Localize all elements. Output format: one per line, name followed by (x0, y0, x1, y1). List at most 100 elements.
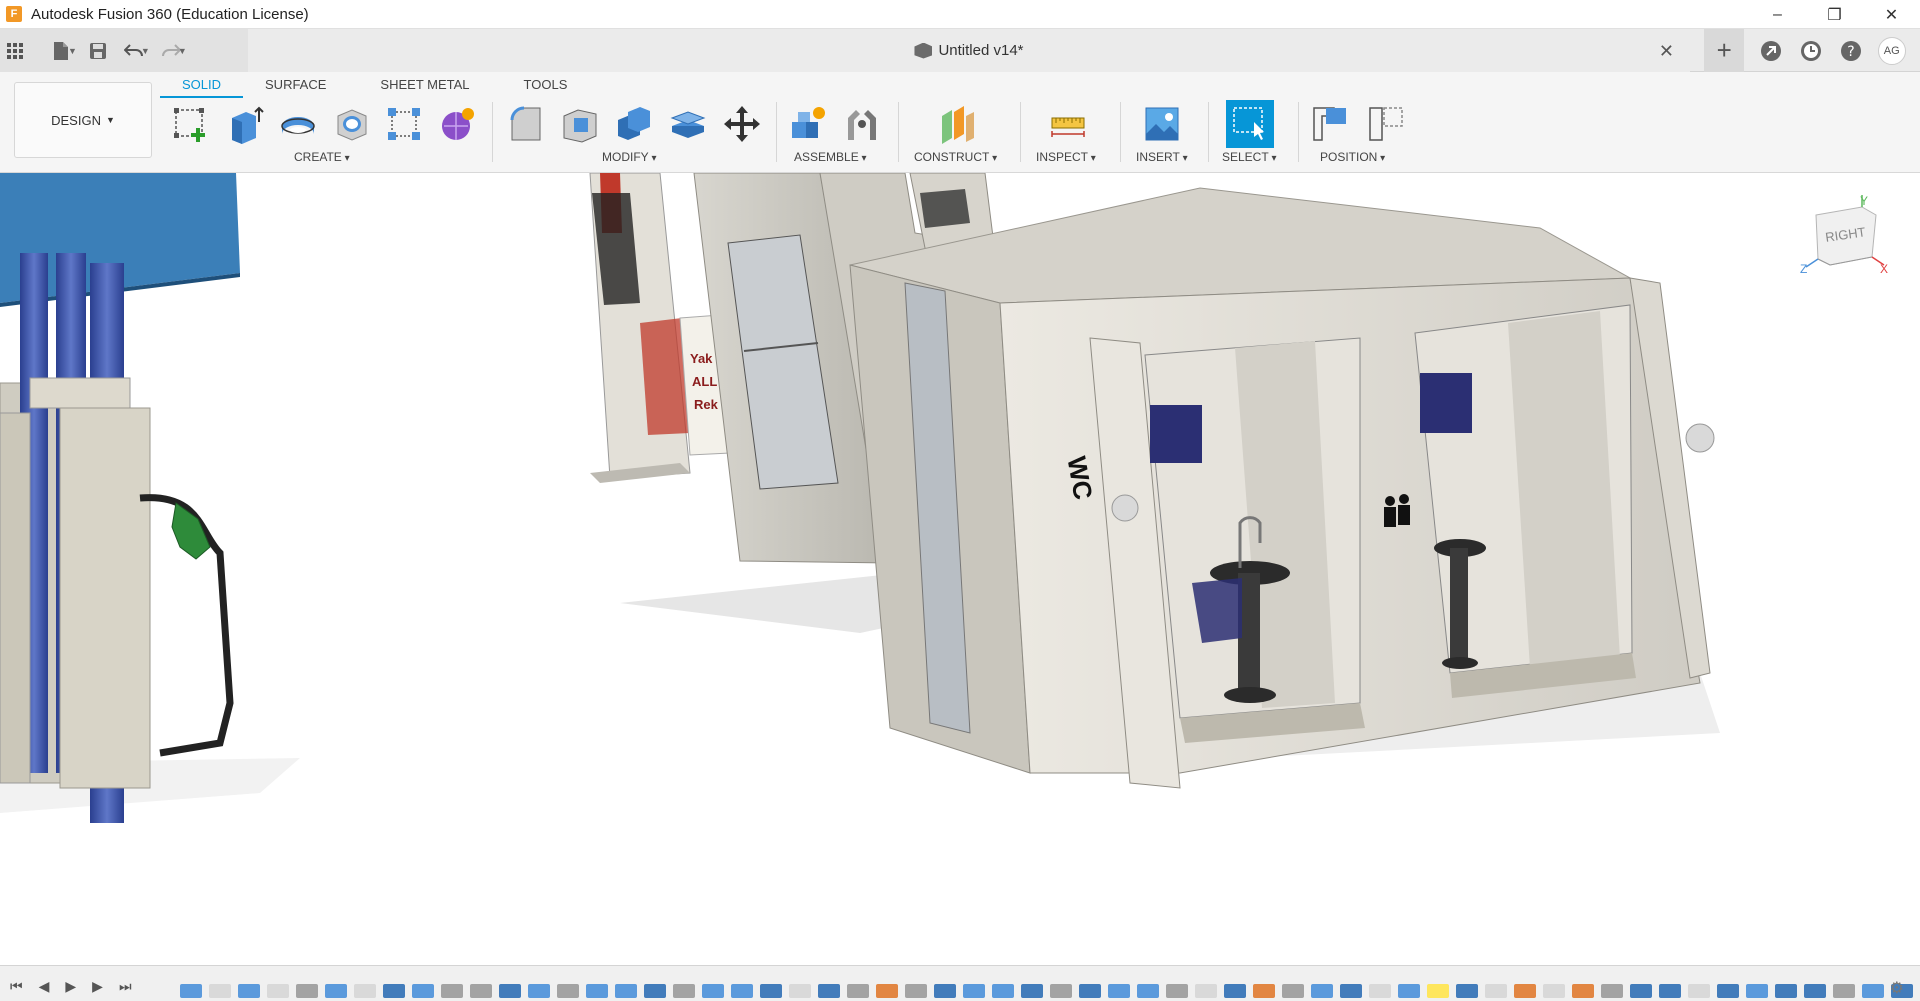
timeline-feature-marker[interactable] (1485, 984, 1507, 998)
timeline-feature-marker[interactable] (412, 984, 434, 998)
timeline-feature-marker[interactable] (1862, 984, 1884, 998)
timeline-feature-marker[interactable] (1833, 984, 1855, 998)
assemble-group-label[interactable]: ASSEMBLE (794, 150, 867, 164)
timeline-feature-marker[interactable] (1166, 984, 1188, 998)
timeline-feature-marker[interactable] (1137, 984, 1159, 998)
shell-icon[interactable] (558, 102, 602, 146)
tab-tools[interactable]: TOOLS (502, 72, 590, 98)
offset-plane-icon[interactable] (936, 102, 980, 146)
viewcube[interactable]: RIGHT Y Z X (1800, 193, 1890, 283)
play-icon[interactable]: ▶ (65, 978, 76, 995)
move-copy-icon[interactable] (720, 102, 764, 146)
restore-button[interactable]: ❐ (1806, 0, 1863, 29)
canvas-viewport[interactable]: Yak ALL Rek WC RIGHT Y Z X (0, 173, 1920, 965)
timeline-feature-marker[interactable] (296, 984, 318, 998)
modify-group-label[interactable]: MODIFY (602, 150, 656, 164)
workspace-switcher-button[interactable]: DESIGN ▼ (14, 82, 152, 158)
timeline-feature-marker[interactable] (1369, 984, 1391, 998)
timeline-feature-marker[interactable] (267, 984, 289, 998)
user-avatar[interactable]: AG (1877, 36, 1906, 65)
go-to-end-icon[interactable]: ⏭ (119, 978, 132, 995)
timeline-settings-gear-icon[interactable]: ⚙ (1890, 978, 1904, 998)
timeline-feature-marker[interactable] (1427, 984, 1449, 998)
timeline-feature-marker[interactable] (1456, 984, 1478, 998)
step-forward-icon[interactable]: ▶ (92, 978, 103, 995)
timeline-feature-marker[interactable] (876, 984, 898, 998)
undo-caret-icon[interactable]: ▼ (141, 46, 150, 56)
timeline-feature-marker[interactable] (818, 984, 840, 998)
timeline-feature-marker[interactable] (615, 984, 637, 998)
timeline-feature-marker[interactable] (1079, 984, 1101, 998)
joint-icon[interactable] (840, 102, 884, 146)
timeline-feature-marker[interactable] (1282, 984, 1304, 998)
timeline-feature-marker[interactable] (1601, 984, 1623, 998)
timeline-feature-marker[interactable] (1050, 984, 1072, 998)
timeline-feature-marker[interactable] (644, 984, 666, 998)
window-select-icon[interactable] (1226, 100, 1274, 148)
timeline-feature-marker[interactable] (1746, 984, 1768, 998)
timeline-feature-marker[interactable] (1398, 984, 1420, 998)
timeline-feature-marker[interactable] (702, 984, 724, 998)
timeline-feature-marker[interactable] (586, 984, 608, 998)
data-panel-grid-icon[interactable] (0, 36, 30, 66)
revolve-icon[interactable] (276, 102, 320, 146)
timeline-feature-marker[interactable] (1311, 984, 1333, 998)
timeline-feature-marker[interactable] (209, 984, 231, 998)
tab-surface[interactable]: SURFACE (243, 72, 348, 98)
combine-icon[interactable] (612, 102, 656, 146)
timeline-feature-marker[interactable] (1195, 984, 1217, 998)
timeline-feature-marker[interactable] (673, 984, 695, 998)
offset-face-icon[interactable] (666, 102, 710, 146)
timeline-feature-marker[interactable] (383, 984, 405, 998)
timeline-feature-marker[interactable] (789, 984, 811, 998)
inspect-group-label[interactable]: INSPECT (1036, 150, 1096, 164)
timeline-feature-marker[interactable] (354, 984, 376, 998)
new-tab-plus-icon[interactable]: + (1704, 29, 1745, 72)
construct-group-label[interactable]: CONSTRUCT (914, 150, 997, 164)
timeline-feature-marker[interactable] (731, 984, 753, 998)
step-back-icon[interactable]: ◀ (39, 978, 50, 995)
timeline-feature-marker[interactable] (557, 984, 579, 998)
timeline-feature-marker[interactable] (1688, 984, 1710, 998)
create-sketch-icon[interactable] (168, 102, 212, 146)
go-to-start-icon[interactable]: ⏮ (10, 978, 23, 995)
timeline-feature-marker[interactable] (180, 984, 202, 998)
revert-position-icon[interactable] (1364, 102, 1408, 146)
timeline-feature-marker[interactable] (470, 984, 492, 998)
insert-group-label[interactable]: INSERT (1136, 150, 1188, 164)
measure-icon[interactable] (1046, 102, 1090, 146)
timeline-feature-marker[interactable] (1340, 984, 1362, 998)
create-group-label[interactable]: CREATE (294, 150, 350, 164)
fillet-icon[interactable] (504, 102, 548, 146)
timeline-feature-marker[interactable] (528, 984, 550, 998)
timeline-feature-marker[interactable] (847, 984, 869, 998)
timeline-feature-marker[interactable] (1717, 984, 1739, 998)
timeline-feature-marker[interactable] (1021, 984, 1043, 998)
timeline-feature-marker[interactable] (1108, 984, 1130, 998)
model-scene[interactable]: Yak ALL Rek WC (0, 173, 1920, 965)
timeline-feature-marker[interactable] (1630, 984, 1652, 998)
minimize-button[interactable]: – (1749, 0, 1806, 29)
extrude-icon[interactable] (222, 102, 266, 146)
timeline-feature-marker[interactable] (992, 984, 1014, 998)
timeline-feature-marker[interactable] (499, 984, 521, 998)
position-group-label[interactable]: POSITION (1320, 150, 1385, 164)
extensions-icon[interactable] (1757, 37, 1785, 65)
select-group-label[interactable]: SELECT (1222, 150, 1277, 164)
tab-solid[interactable]: SOLID (160, 72, 244, 98)
insert-canvas-icon[interactable] (1140, 102, 1184, 146)
close-window-button[interactable]: ✕ (1863, 0, 1920, 29)
new-component-icon[interactable] (786, 102, 830, 146)
timeline-feature-marker[interactable] (760, 984, 782, 998)
timeline-feature-marker[interactable] (1775, 984, 1797, 998)
redo-caret-icon[interactable]: ▼ (178, 46, 187, 56)
file-menu-caret-icon[interactable]: ▼ (68, 46, 77, 56)
timeline-feature-marker[interactable] (1543, 984, 1565, 998)
job-status-clock-icon[interactable] (1797, 37, 1825, 65)
tab-sheet-metal[interactable]: SHEET METAL (348, 72, 501, 98)
timeline-feature-marker[interactable] (325, 984, 347, 998)
timeline-feature-marker[interactable] (1659, 984, 1681, 998)
help-icon[interactable]: ? (1837, 37, 1865, 65)
timeline-feature-marker[interactable] (905, 984, 927, 998)
timeline-feature-marker[interactable] (1514, 984, 1536, 998)
